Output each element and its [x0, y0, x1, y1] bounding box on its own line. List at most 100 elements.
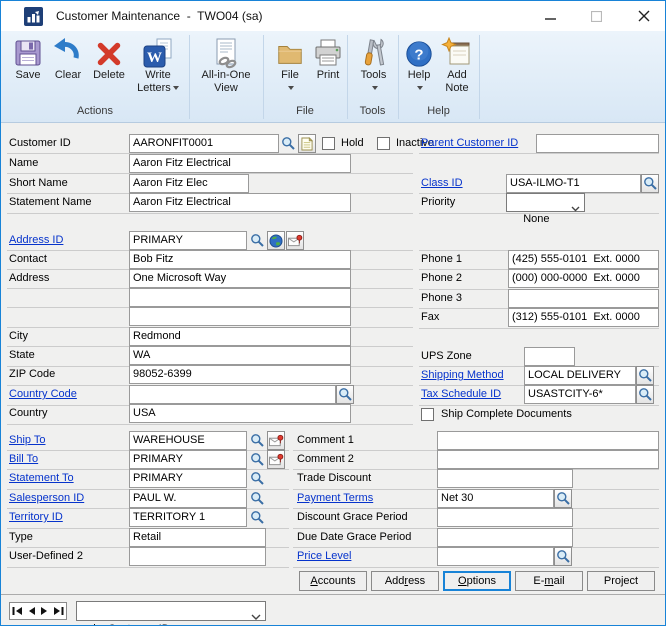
hold-checkbox[interactable]: [322, 137, 335, 150]
class-id-lookup-icon[interactable]: [641, 174, 659, 193]
short-name-field[interactable]: Aaron Fitz Elec: [129, 174, 249, 193]
all-in-one-view-button[interactable]: All-in-One View: [191, 33, 261, 95]
address-line3-field[interactable]: [129, 307, 351, 326]
salesperson-id-field[interactable]: PAUL W.: [129, 489, 247, 508]
class-id-link[interactable]: Class ID: [421, 174, 463, 193]
class-id-field[interactable]: USA-ILMO-T1: [506, 174, 641, 193]
chevron-down-icon: [288, 86, 294, 90]
chevron-down-icon: [417, 86, 423, 90]
options-button[interactable]: Options: [443, 571, 511, 591]
salesperson-lookup-icon[interactable]: [248, 489, 266, 508]
shipping-method-field[interactable]: LOCAL DELIVERY: [524, 366, 636, 385]
payment-terms-link[interactable]: Payment Terms: [297, 489, 373, 508]
ups-zone-field[interactable]: [524, 347, 575, 366]
contact-field[interactable]: Bob Fitz: [129, 250, 351, 269]
print-button[interactable]: Print: [306, 33, 350, 82]
inactive-checkbox[interactable]: [377, 137, 390, 150]
clear-button[interactable]: Clear: [48, 33, 88, 82]
price-level-link[interactable]: Price Level: [297, 547, 351, 566]
country-code-link[interactable]: Country Code: [9, 385, 77, 404]
type-field[interactable]: Retail: [129, 528, 266, 547]
address-line2-field[interactable]: [129, 288, 351, 307]
address-letter-button[interactable]: [286, 231, 304, 250]
parent-customer-id-field[interactable]: [536, 134, 659, 153]
zip-code-field[interactable]: 98052-6399: [129, 365, 351, 384]
tax-schedule-lookup-icon[interactable]: [636, 385, 654, 404]
country-code-lookup-icon[interactable]: [336, 385, 354, 404]
previous-record-button[interactable]: [28, 606, 36, 616]
bill-to-lookup-icon[interactable]: [248, 450, 266, 469]
add-note-button[interactable]: Add Note: [435, 33, 479, 95]
email-button[interactable]: E-mail: [515, 571, 583, 591]
phone1-field[interactable]: (425) 555-0101 Ext. 0000: [508, 250, 659, 269]
discount-grace-field[interactable]: [437, 508, 573, 527]
payment-terms-lookup-icon[interactable]: [554, 489, 572, 508]
shipping-method-lookup-icon[interactable]: [636, 366, 654, 385]
divider: [7, 213, 413, 214]
address-id-field[interactable]: PRIMARY: [129, 231, 247, 250]
shipping-method-link[interactable]: Shipping Method: [421, 366, 504, 385]
priority-dropdown[interactable]: None: [506, 193, 585, 212]
trade-discount-field[interactable]: [437, 469, 573, 488]
ship-to-letter-button[interactable]: [267, 431, 285, 450]
statement-to-field[interactable]: PRIMARY: [129, 469, 247, 488]
country-code-field[interactable]: [129, 385, 336, 404]
address-line1-field[interactable]: One Microsoft Way: [129, 269, 351, 288]
payment-terms-field[interactable]: Net 30: [437, 489, 554, 508]
salesperson-id-link[interactable]: Salesperson ID: [9, 489, 84, 508]
territory-lookup-icon[interactable]: [248, 508, 266, 527]
bill-to-field[interactable]: PRIMARY: [129, 450, 247, 469]
delete-button[interactable]: Delete: [88, 33, 130, 82]
customer-id-lookup-icon[interactable]: [279, 134, 297, 153]
territory-id-link[interactable]: Territory ID: [9, 508, 63, 527]
bill-to-letter-button[interactable]: [267, 450, 285, 469]
state-field[interactable]: WA: [129, 346, 351, 365]
address-id-link[interactable]: Address ID: [9, 231, 63, 250]
territory-id-field[interactable]: TERRITORY 1: [129, 508, 247, 527]
next-record-button[interactable]: [40, 606, 48, 616]
close-button[interactable]: [628, 1, 660, 31]
comment1-field[interactable]: [437, 431, 659, 450]
ship-to-link[interactable]: Ship To: [9, 431, 46, 450]
map-button[interactable]: [267, 231, 285, 250]
minimize-button[interactable]: [534, 1, 566, 31]
customer-id-field[interactable]: AARONFIT0001: [129, 134, 279, 153]
ship-complete-checkbox[interactable]: [421, 408, 434, 421]
customer-note-button[interactable]: [298, 134, 316, 153]
tools-menu-button[interactable]: Tools: [351, 33, 396, 95]
phone3-field[interactable]: [508, 289, 659, 308]
sort-by-dropdown[interactable]: by Customer ID: [76, 601, 266, 621]
address-button[interactable]: Address: [371, 571, 439, 591]
statement-to-link[interactable]: Statement To: [9, 469, 74, 488]
price-level-lookup-icon[interactable]: [554, 547, 572, 566]
save-button[interactable]: Save: [8, 33, 48, 82]
due-date-grace-field[interactable]: [437, 528, 573, 547]
bill-to-link[interactable]: Bill To: [9, 450, 38, 469]
parent-customer-id-link[interactable]: Parent Customer ID: [421, 134, 518, 153]
last-record-button[interactable]: [53, 606, 64, 616]
window-title: Customer Maintenance - TWO04 (sa): [56, 1, 263, 31]
country-field[interactable]: USA: [129, 404, 351, 423]
statement-to-lookup-icon[interactable]: [248, 469, 266, 488]
help-menu-button[interactable]: ? Help: [399, 33, 439, 95]
address-id-lookup-icon[interactable]: [248, 231, 266, 250]
ship-complete-label: Ship Complete Documents: [441, 405, 572, 424]
ship-to-lookup-icon[interactable]: [248, 431, 266, 450]
user-defined2-field[interactable]: [129, 547, 266, 566]
first-record-button[interactable]: [12, 606, 23, 616]
statement-name-field[interactable]: Aaron Fitz Electrical: [129, 193, 351, 212]
accounts-button[interactable]: Accounts: [299, 571, 367, 591]
phone2-field[interactable]: (000) 000-0000 Ext. 0000: [508, 269, 659, 288]
maximize-button[interactable]: [580, 1, 612, 31]
comment2-field[interactable]: [437, 450, 659, 469]
fax-field[interactable]: (312) 555-0101 Ext. 0000: [508, 308, 659, 327]
state-label: State: [9, 346, 35, 365]
ship-to-field[interactable]: WAREHOUSE: [129, 431, 247, 450]
city-field[interactable]: Redmond: [129, 327, 351, 346]
tax-schedule-link[interactable]: Tax Schedule ID: [421, 385, 501, 404]
write-letters-button[interactable]: W Write Letters: [130, 33, 186, 95]
project-button[interactable]: Project: [587, 571, 655, 591]
name-field[interactable]: Aaron Fitz Electrical: [129, 154, 351, 173]
tax-schedule-field[interactable]: USASTCITY-6*: [524, 385, 636, 404]
price-level-field[interactable]: [437, 547, 554, 566]
